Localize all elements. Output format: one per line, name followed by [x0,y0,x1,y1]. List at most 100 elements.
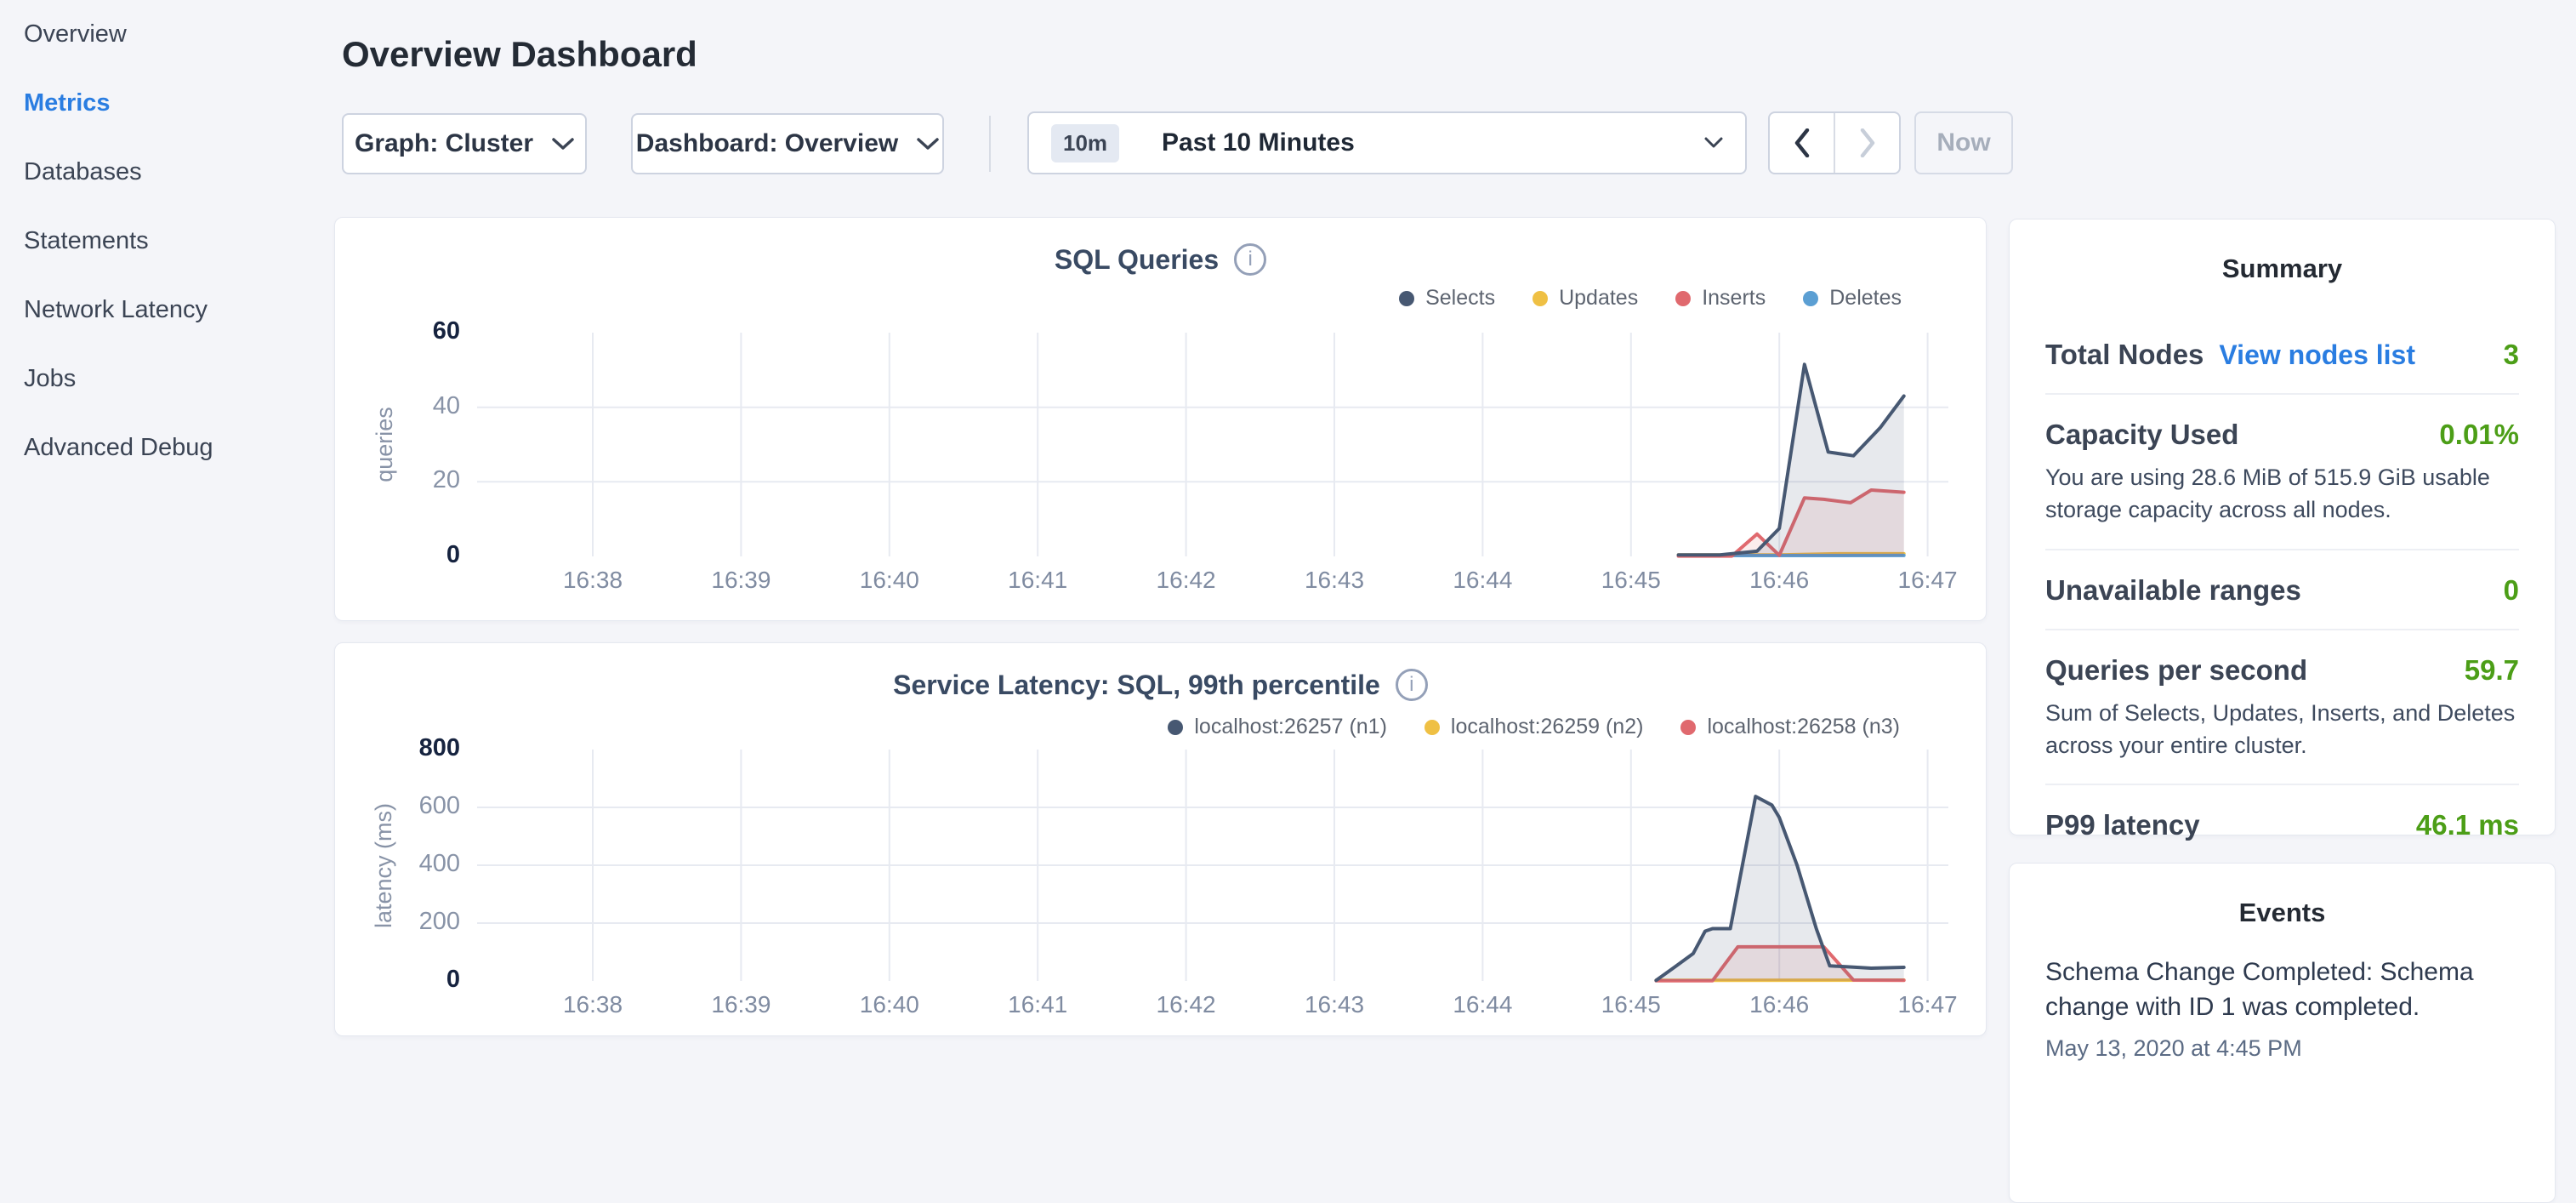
x-axis-tick: 16:46 [1720,567,1839,594]
sidebar-item-statements[interactable]: Statements [0,207,340,276]
chevron-down-icon [552,137,574,151]
time-range-label: Past 10 Minutes [1162,128,1355,157]
x-axis-tick: 16:45 [1572,567,1691,594]
legend-dot [1680,720,1696,735]
events-panel: Events Schema Change Completed: Schema c… [2009,863,2556,1203]
y-axis-tick: 40 [341,392,460,420]
legend-item[interactable]: localhost:26257 (n1) [1168,715,1387,739]
toolbar-divider [989,116,991,172]
sidebar-item-metrics[interactable]: Metrics [0,69,340,138]
legend-label: Updates [1559,286,1638,311]
time-step-buttons [1768,111,1901,174]
now-button[interactable]: Now [1914,111,2013,174]
x-axis-tick: 16:44 [1423,991,1542,1018]
chart-legend: Selects Updates Inserts Deletes [1399,286,1902,311]
sidebar-item-overview[interactable]: Overview [0,0,340,69]
sql-queries-chart-card: SQL Queries i Selects Updates Inserts Delet… [334,217,1987,621]
summary-row-value: 59.7 [2465,654,2519,687]
sidebar-item-databases[interactable]: Databases [0,138,340,207]
dashboard-dropdown[interactable]: Dashboard: Overview [631,113,944,174]
x-axis-tick: 16:47 [1868,567,1987,594]
summary-row: Capacity Used 0.01% You are using 28.6 MiB… [2045,395,2519,550]
x-axis-tick: 16:38 [533,991,652,1018]
x-axis-tick: 16:46 [1720,991,1839,1018]
x-axis-tick: 16:39 [681,567,800,594]
legend-item[interactable]: Deletes [1803,286,1902,311]
event-item-timestamp: May 13, 2020 at 4:45 PM [2045,1035,2519,1062]
y-axis-tick: 200 [341,908,460,936]
legend-item[interactable]: localhost:26258 (n3) [1680,715,1900,739]
legend-dot [1424,720,1440,735]
view-nodes-list-link[interactable]: View nodes list [2219,339,2415,370]
x-axis-tick: 16:42 [1127,567,1246,594]
legend-dot [1675,291,1691,306]
sidebar: OverviewMetricsDatabasesStatementsNetwor… [0,0,340,1052]
legend-item[interactable]: Selects [1399,286,1495,311]
summary-row-subtext: Sum of Selects, Updates, Inserts, and De… [2045,697,2519,762]
info-icon[interactable]: i [1234,243,1266,276]
summary-row-value: 0 [2504,574,2519,607]
chart-title-text: Service Latency: SQL, 99th percentile [893,670,1380,701]
legend-item[interactable]: Inserts [1675,286,1766,311]
chevron-down-icon [917,137,939,151]
chevron-down-icon [1704,137,1723,149]
summary-row-label: Unavailable ranges [2045,574,2301,606]
legend-label: Deletes [1829,286,1902,311]
time-range-badge: 10m [1051,124,1119,162]
chart-legend: localhost:26257 (n1) localhost:26259 (n2)… [1168,715,1900,739]
sidebar-item-advanced-debug[interactable]: Advanced Debug [0,413,340,482]
dashboard-dropdown-label: Dashboard: Overview [636,129,898,158]
summary-rows: Total NodesView nodes list3Capacity Used… [2045,315,2519,864]
x-axis-tick: 16:47 [1868,991,1987,1018]
x-axis-tick: 16:43 [1275,991,1394,1018]
legend-item[interactable]: Updates [1533,286,1638,311]
graph-dropdown[interactable]: Graph: Cluster [342,113,587,174]
service-latency-chart-card: Service Latency: SQL, 99th percentile i … [334,642,1987,1036]
chart-title: SQL Queries i [335,243,1986,276]
summary-row-label: Capacity Used [2045,419,2238,450]
time-range-picker[interactable]: 10m Past 10 Minutes [1027,111,1747,174]
x-axis-tick: 16:40 [830,567,949,594]
legend-item[interactable]: localhost:26259 (n2) [1424,715,1644,739]
y-axis-tick: 60 [341,317,460,345]
summary-panel: Summary Total NodesView nodes list3Capac… [2009,219,2556,835]
chevron-right-icon[interactable] [1835,113,1899,173]
sidebar-item-network-latency[interactable]: Network Latency [0,276,340,345]
summary-row-value: 0.01% [2439,419,2519,451]
summary-row-subtext: You are using 28.6 MiB of 515.9 GiB usab… [2045,461,2519,527]
chevron-left-icon[interactable] [1770,113,1835,173]
sidebar-item-jobs[interactable]: Jobs [0,345,340,413]
chart-plot-area[interactable] [477,750,1948,981]
legend-label: localhost:26258 (n3) [1707,715,1900,739]
x-axis-tick: 16:41 [978,991,1097,1018]
info-icon[interactable]: i [1396,669,1428,701]
chart-title-text: SQL Queries [1055,244,1219,276]
x-axis-tick: 16:40 [830,991,949,1018]
chart-plot-area[interactable] [477,333,1948,556]
x-axis-tick: 16:45 [1572,991,1691,1018]
legend-label: localhost:26257 (n1) [1194,715,1387,739]
x-axis-tick: 16:38 [533,567,652,594]
page-title: Overview Dashboard [342,34,697,75]
overview-dashboard-page: { "sidebar": { "items": [ {"label": "Ove… [0,0,2576,1052]
y-axis-title: queries [369,333,400,556]
event-item-text: Schema Change Completed: Schema change w… [2045,955,2519,1024]
x-axis-tick: 16:44 [1423,567,1542,594]
legend-label: Selects [1425,286,1495,311]
summary-row-label: Total Nodes [2045,339,2204,370]
summary-row: P99 latency46.1 ms [2045,785,2519,864]
x-axis-tick: 16:39 [681,991,800,1018]
summary-title: Summary [2045,254,2519,284]
legend-dot [1168,720,1183,735]
y-axis-tick: 400 [341,850,460,878]
chart-title: Service Latency: SQL, 99th percentile i [335,669,1986,701]
summary-row-label: P99 latency [2045,809,2200,841]
summary-row: Total NodesView nodes list3 [2045,315,2519,395]
x-axis-tick: 16:42 [1127,991,1246,1018]
summary-row: Queries per second59.7Sum of Selects, Up… [2045,630,2519,786]
legend-dot [1803,291,1818,306]
legend-label: localhost:26259 (n2) [1451,715,1644,739]
legend-dot [1533,291,1548,306]
graph-dropdown-label: Graph: Cluster [355,129,533,158]
y-axis-tick: 600 [341,792,460,820]
